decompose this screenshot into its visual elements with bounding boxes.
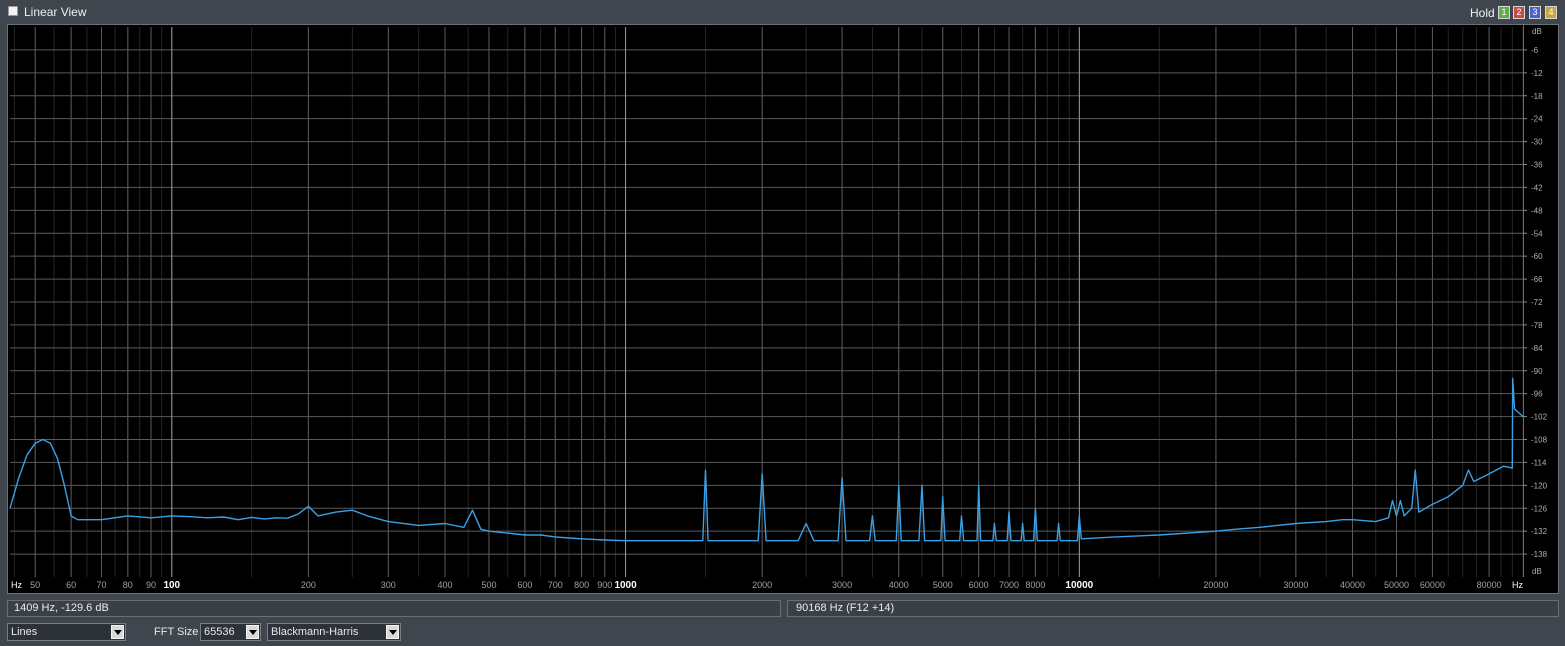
y-tick-label: -36 [1531,161,1543,170]
chevron-down-icon[interactable] [246,625,259,639]
x-tick-label: 800 [574,580,589,590]
y-tick-label: -66 [1531,275,1543,284]
x-tick-label: 2000 [752,580,772,590]
x-tick-label: 700 [548,580,563,590]
y-tick-label: -132 [1531,527,1548,536]
x-tick-label: 8000 [1025,580,1045,590]
window-function-value: Blackmann-Harris [271,626,359,638]
x-tick-label: 6000 [969,580,989,590]
x-tick-label: 60 [66,580,76,590]
y-tick-label: -120 [1531,481,1548,490]
fft-size-select[interactable]: 65536 [200,623,261,641]
y-tick-label: -78 [1531,321,1543,330]
x-tick-label: 50 [30,580,40,590]
window-titlebar: Linear View Hold 1 2 3 4 [0,0,1565,24]
x-tick-label: 7000 [999,580,1019,590]
y-tick-label: -60 [1531,252,1543,261]
y-tick-label: -138 [1531,550,1548,559]
hold-label: Hold [1470,6,1495,20]
y-tick-label: -96 [1531,390,1543,399]
x-tick-label: 90 [146,580,156,590]
linear-view-checkbox[interactable] [8,6,18,16]
chevron-down-icon[interactable] [386,625,399,639]
x-tick-label: 5000 [933,580,953,590]
x-tick-label: 900 [597,580,612,590]
display-mode-select[interactable]: Lines [7,623,126,641]
y-tick-label: -18 [1531,92,1543,101]
x-tick-label: 3000 [832,580,852,590]
x-tick-label: 70 [96,580,106,590]
x-tick-label: 80000 [1477,580,1502,590]
x-tick-label: 200 [301,580,316,590]
y-tick-label: -30 [1531,138,1543,147]
x-tick-label: 80 [123,580,133,590]
y-tick-label: -126 [1531,504,1548,513]
x-tick-label: 4000 [889,580,909,590]
fft-size-label: FFT Size [154,626,199,638]
x-tick-label: 100 [163,580,180,591]
x-tick-label: 50000 [1384,580,1409,590]
y-unit-label-top: dB [1532,27,1542,36]
y-unit-label-bottom: dB [1532,567,1542,576]
hold-button-3[interactable]: 3 [1529,6,1541,19]
y-tick-label: -102 [1531,413,1548,422]
spectrum-plot[interactable]: 50 60 70 80 90 100 200 300 400 500 600 700 800 900 100… [7,24,1559,594]
x-tick-label: 40000 [1340,580,1365,590]
y-tick-label: -72 [1531,298,1543,307]
y-tick-label: -6 [1531,46,1539,55]
window-function-select[interactable]: Blackmann-Harris [267,623,401,641]
peak-readout: 90168 Hz (F12 +14) [787,600,1559,617]
x-unit-label-left: Hz [11,580,22,590]
x-tick-label: 600 [517,580,532,590]
y-tick-label: -114 [1531,458,1547,467]
x-tick-label: 10000 [1065,580,1093,591]
x-tick-label: 20000 [1203,580,1228,590]
spectrum-chart[interactable]: 50 60 70 80 90 100 200 300 400 500 600 700 800 900 100… [8,25,1558,593]
x-tick-label: 30000 [1283,580,1308,590]
y-tick-label: -24 [1531,115,1543,124]
display-mode-value: Lines [11,626,38,638]
y-tick-label: -108 [1531,436,1548,445]
window-title: Linear View [24,5,87,19]
hold-button-4[interactable]: 4 [1545,6,1557,19]
y-tick-label: -12 [1531,69,1543,78]
y-tick-label: -84 [1531,344,1543,353]
y-tick-label: -90 [1531,367,1543,376]
hold-button-1[interactable]: 1 [1498,6,1510,19]
y-tick-label: -48 [1531,206,1543,215]
chevron-down-icon[interactable] [111,625,124,639]
x-tick-label: 60000 [1420,580,1445,590]
x-unit-label-right: Hz [1512,580,1523,590]
hold-button-2[interactable]: 2 [1513,6,1525,19]
y-tick-label: -42 [1531,183,1543,192]
fft-size-value: 65536 [204,626,235,638]
x-tick-label: 1000 [614,580,637,591]
cursor-readout: 1409 Hz, -129.6 dB [7,600,781,617]
y-tick-label: -54 [1531,229,1543,238]
x-tick-label: 400 [437,580,452,590]
x-tick-label: 300 [381,580,396,590]
x-tick-label: 500 [481,580,496,590]
